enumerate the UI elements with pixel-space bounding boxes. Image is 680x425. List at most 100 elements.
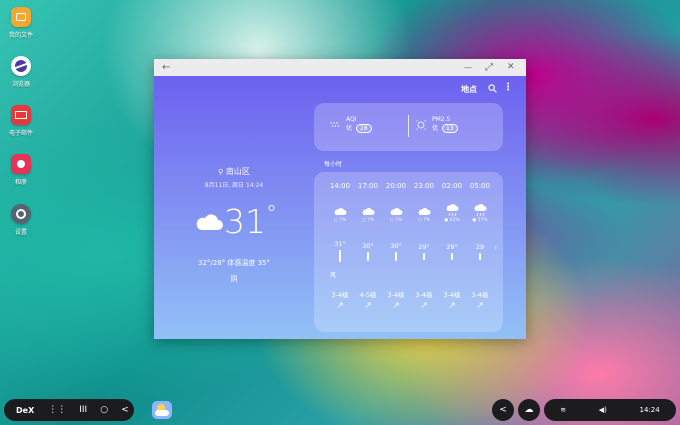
wifi-icon: ≋: [560, 406, 567, 414]
weather-window: ← — ⤢ ✕ 地点 ⋮ ⚲ 南山区 8月11日, 周日 14:24 31 ° …: [154, 59, 526, 339]
precip-chance: ○ 7%: [361, 218, 375, 223]
hourly-section-label: 每小时: [324, 161, 343, 168]
hourly-columns[interactable]: 14:00 ○ 7% 31° 3-4级 ↗ 17:00 ○ 7% 30° 4-5级 ↗ 20:00 ○…: [330, 182, 506, 322]
hour-time: 23:00: [413, 182, 435, 190]
window-titlebar[interactable]: ← — ⤢ ✕: [154, 59, 526, 76]
hour-wind: 4-5级: [359, 291, 377, 299]
browser-icon: [11, 56, 31, 76]
desktop-icon-label: 我的文件: [8, 32, 33, 39]
hour-temperature: 29°: [418, 243, 430, 252]
temperature-bar: [395, 251, 397, 262]
pm25-grade: 优: [432, 125, 439, 132]
hour-wind: 3-4级: [471, 291, 489, 299]
hour-time: 05:00: [469, 182, 491, 190]
search-icon[interactable]: [488, 84, 497, 93]
hour-temperature: 29°: [446, 243, 458, 252]
wind-direction-arrow-icon: ↗: [336, 301, 344, 311]
card-divider: [408, 115, 409, 137]
cloud-icon: [410, 202, 438, 216]
hour-wind: 3-4级: [331, 291, 349, 299]
desktop-icon-browser[interactable]: 浏览器: [4, 56, 38, 88]
email-icon: [11, 105, 31, 125]
hour-temperature: 31°: [334, 240, 346, 248]
wind-direction-arrow-icon: ↗: [448, 301, 456, 311]
precip-chance: ○ 7%: [389, 218, 403, 223]
precip-chance: ○ 7%: [417, 218, 431, 223]
desktop-icon-email[interactable]: 电子邮件: [4, 105, 38, 137]
chevron-right-icon[interactable]: ›: [494, 244, 497, 252]
air-quality-card[interactable]: AQI 优 28 PM2.5 优 13: [314, 103, 503, 151]
tray-back-icon[interactable]: <: [492, 399, 514, 421]
desktop-icon-label: 电子邮件: [8, 130, 33, 137]
wind-label: 风: [330, 272, 337, 279]
locations-button[interactable]: 地点: [461, 84, 477, 95]
weather-content: 地点 ⋮ ⚲ 南山区 8月11日, 周日 14:24 31 ° 32°/28° …: [154, 76, 526, 339]
pm25-label: PM2.5: [432, 116, 451, 123]
more-options-icon[interactable]: ⋮: [503, 83, 513, 93]
aqi-label: AQI: [346, 116, 357, 123]
minimize-icon[interactable]: —: [464, 61, 472, 74]
back-arrow-icon[interactable]: ←: [162, 61, 170, 74]
restore-icon[interactable]: ⤢: [485, 61, 493, 74]
wind-direction-arrow-icon: ↗: [476, 301, 484, 311]
location-row: ⚲ 南山区: [154, 166, 314, 177]
temp-range-feels: 32°/28° 体感温度 35°: [197, 259, 271, 267]
aqi-value: 28: [355, 124, 372, 133]
aqi-measure: AQI 优 28: [330, 116, 372, 133]
system-tray: < ☁ ≋ ◀) 14:24: [488, 399, 676, 421]
location-name: 南山区: [225, 167, 250, 176]
precip-chance: ● 61%: [444, 218, 460, 223]
precip-chance: ○ 7%: [333, 218, 347, 223]
updated-time: 8月11日, 周日 14:24: [204, 182, 264, 189]
degree-symbol: °: [266, 202, 277, 227]
current-temperature: 31: [224, 202, 266, 241]
temperature-bar: [367, 251, 369, 262]
tray-time: 14:24: [639, 406, 660, 414]
hourly-forecast-card[interactable]: 14:00 ○ 7% 31° 3-4级 ↗ 17:00 ○ 7% 30° 4-5级 ↗ 20:00 ○…: [314, 172, 503, 332]
rain-icon: [438, 202, 466, 217]
hour-temperature: 30°: [390, 241, 402, 250]
hour-time: 20:00: [385, 182, 407, 190]
rain-icon: [466, 202, 494, 217]
close-icon[interactable]: ✕: [507, 61, 515, 74]
hour-temperature: 30°: [362, 241, 374, 250]
aqi-dots-icon: [330, 121, 340, 127]
wind-direction-arrow-icon: ↗: [392, 301, 400, 311]
cloud-icon: [196, 213, 223, 230]
hour-temperature: 29: [475, 243, 485, 252]
dex-taskbar: DeX ⋮⋮ III ○ <: [4, 399, 134, 421]
current-temp-row: 31 °: [194, 202, 277, 241]
weather-condition: 阴: [230, 275, 238, 283]
hour-wind: 3-4级: [443, 291, 461, 299]
aqi-grade: 优: [346, 125, 353, 132]
location-pin-icon: ⚲: [218, 168, 224, 176]
recent-apps-icon[interactable]: III: [79, 405, 87, 415]
hour-wind: 3-4级: [387, 291, 405, 299]
weather-app-taskbar-icon[interactable]: [152, 401, 172, 419]
pm25-value: 13: [441, 124, 458, 133]
volume-icon: ◀): [598, 406, 607, 414]
cloud-icon: [354, 202, 382, 216]
desktop-icon-settings[interactable]: 设置: [4, 204, 38, 236]
home-icon[interactable]: ○: [100, 405, 108, 415]
wind-direction-arrow-icon: ↗: [364, 301, 372, 311]
gallery-flower-icon: [11, 154, 31, 174]
hour-time: 17:00: [357, 182, 379, 190]
apps-grid-icon[interactable]: ⋮⋮: [48, 405, 66, 415]
desktop-icon-my-files[interactable]: 我的文件: [4, 7, 38, 39]
temperature-bar: [423, 253, 425, 261]
status-area[interactable]: ≋ ◀) 14:24: [544, 399, 676, 421]
back-icon[interactable]: <: [121, 405, 129, 415]
desktop-icon-label: 相册: [14, 179, 27, 186]
hour-time: 02:00: [441, 182, 463, 190]
desktop-icon-label: 浏览器: [11, 81, 30, 88]
cloud-icon: [382, 202, 410, 216]
hour-time: 14:00: [330, 182, 351, 190]
desktop-icon-label: 设置: [14, 229, 27, 236]
pm25-particles-icon: [416, 119, 426, 130]
desktop-icon-gallery[interactable]: 相册: [4, 154, 38, 186]
weather-tray-icon[interactable]: ☁: [518, 399, 540, 421]
temperature-bar: [339, 250, 341, 262]
dex-button[interactable]: DeX: [16, 406, 34, 415]
temperature-bar: [451, 253, 453, 261]
